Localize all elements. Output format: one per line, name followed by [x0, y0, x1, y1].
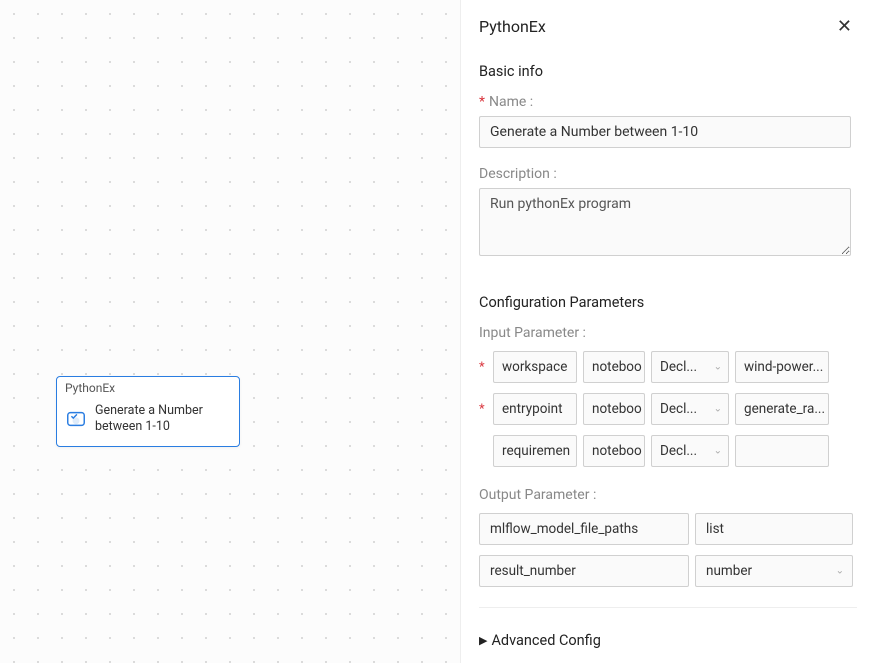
panel-title: PythonEx	[479, 17, 546, 36]
output-param-row: mlflow_model_file_paths list	[479, 513, 858, 545]
caret-right-icon: ▶	[479, 634, 487, 647]
chevron-down-icon: ⌄	[714, 362, 722, 373]
param-value-cell[interactable]: wind-power...	[735, 351, 829, 383]
name-label: Name :	[479, 94, 858, 110]
name-field[interactable]	[479, 116, 851, 148]
param-name-cell[interactable]: entrypoint	[493, 393, 577, 425]
python-step-icon	[65, 408, 87, 430]
required-mark: *	[479, 360, 487, 375]
close-icon[interactable]: ✕	[831, 14, 858, 39]
output-type-cell[interactable]: list	[695, 513, 853, 545]
chevron-down-icon: ⌄	[836, 566, 844, 577]
basic-info-heading: Basic info	[479, 63, 858, 80]
param-type-cell[interactable]: noteboo	[583, 435, 645, 467]
input-param-row: * workspace noteboo Decl... ⌄ wind-power…	[479, 351, 858, 383]
description-field[interactable]	[479, 188, 851, 256]
input-param-row: * requiremen noteboo Decl... ⌄	[479, 435, 858, 467]
description-label: Description :	[479, 166, 858, 182]
param-value-cell[interactable]: generate_ra...	[735, 393, 829, 425]
node-type-label: PythonEx	[57, 377, 239, 397]
section-divider	[479, 607, 857, 608]
output-name-cell[interactable]: result_number	[479, 555, 689, 587]
properties-panel: PythonEx ✕ Basic info Name : Description…	[460, 0, 870, 663]
output-parameter-label: Output Parameter :	[479, 487, 858, 503]
param-name-cell[interactable]: requiremen	[493, 435, 577, 467]
param-source-value: Decl...	[660, 359, 697, 375]
param-source-select[interactable]: Decl... ⌄	[651, 393, 729, 425]
param-name-cell[interactable]: workspace	[493, 351, 577, 383]
param-value-cell[interactable]	[735, 435, 829, 467]
workflow-canvas[interactable]: PythonEx Generate a Number between 1-10	[0, 0, 460, 663]
input-parameter-label: Input Parameter :	[479, 325, 858, 341]
required-mark: *	[479, 402, 487, 417]
param-type-cell[interactable]: noteboo	[583, 351, 645, 383]
config-params-heading: Configuration Parameters	[479, 294, 858, 311]
param-type-cell[interactable]: noteboo	[583, 393, 645, 425]
output-param-row: result_number number ⌄	[479, 555, 858, 587]
chevron-down-icon: ⌄	[714, 446, 722, 457]
chevron-down-icon: ⌄	[714, 404, 722, 415]
param-source-value: Decl...	[660, 443, 697, 459]
output-name-cell[interactable]: mlflow_model_file_paths	[479, 513, 689, 545]
output-type-select[interactable]: number ⌄	[695, 555, 853, 587]
input-param-row: * entrypoint noteboo Decl... ⌄ generate_…	[479, 393, 858, 425]
param-source-select[interactable]: Decl... ⌄	[651, 435, 729, 467]
param-source-value: Decl...	[660, 401, 697, 417]
advanced-config-toggle[interactable]: ▶ Advanced Config	[479, 632, 858, 649]
advanced-config-label: Advanced Config	[491, 632, 600, 649]
output-type-value: number	[706, 563, 752, 579]
node-title: Generate a Number between 1-10	[95, 403, 231, 436]
workflow-node-pythonex[interactable]: PythonEx Generate a Number between 1-10	[56, 376, 240, 447]
param-source-select[interactable]: Decl... ⌄	[651, 351, 729, 383]
